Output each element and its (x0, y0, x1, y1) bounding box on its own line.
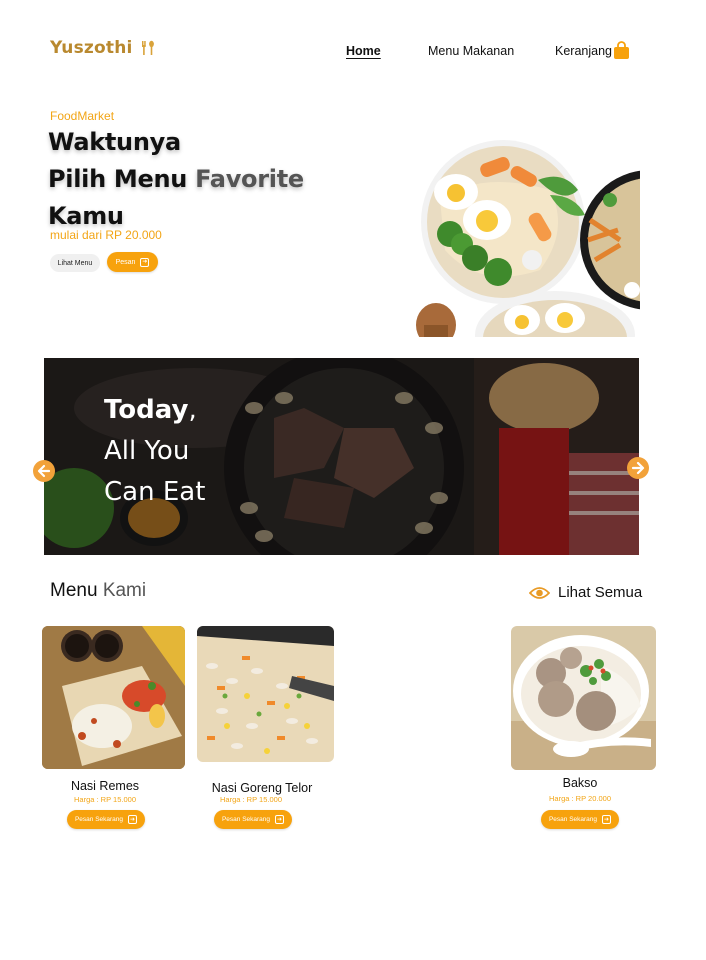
order-now-label: Pesan Sekarang (74, 816, 124, 823)
hero-subtitle: mulai dari RP 20.000 (50, 228, 162, 242)
shopping-bag-icon[interactable] (613, 41, 630, 60)
arrow-right-icon: ➜ (140, 257, 150, 267)
banner-headline: Today, All You Can Eat (104, 390, 205, 513)
eye-icon (529, 586, 550, 599)
hero-title-line2b: Favorite (195, 165, 304, 193)
order-now-button[interactable]: Pesan Sekarang ➜ (67, 810, 145, 829)
food-image-nasi-remes[interactable] (42, 626, 185, 769)
food-price: Harga : RP 15.000 (74, 795, 136, 804)
order-button-label: Pesan (115, 258, 136, 266)
hero-title-line2: Pilih Menu Favorite (48, 161, 304, 198)
menu-title-a: Menu (50, 580, 103, 601)
menu-title-b: Kami (102, 580, 147, 601)
hero-title-line1: Waktunya (48, 128, 181, 156)
food-name: Bakso (562, 776, 598, 790)
food-price: Harga : RP 15.000 (220, 795, 282, 804)
nav-menu-makanan[interactable]: Menu Makanan (428, 44, 514, 58)
food-image-bakso[interactable] (511, 626, 656, 770)
hero-title: Waktunya Pilih Menu Favorite Kamu (48, 124, 304, 235)
nav-keranjang[interactable]: Keranjang (555, 44, 612, 58)
banner-prev-button[interactable] (33, 460, 55, 482)
hero-food-image (416, 140, 640, 337)
arrow-right-icon: ➜ (275, 815, 285, 824)
banner-line1-bold: Today (104, 395, 189, 425)
banner-next-button[interactable] (627, 457, 649, 479)
arrow-right-icon: ➜ (128, 815, 138, 824)
banner-line3: Can Eat (104, 477, 206, 507)
hero-tag: FoodMarket (50, 109, 115, 123)
order-now-button[interactable]: Pesan Sekarang ➜ (214, 810, 292, 829)
food-name: Nasi Remes (70, 779, 140, 793)
arrow-right-icon (631, 461, 645, 475)
banner-line1: Today, (104, 390, 205, 431)
see-all-link[interactable]: Lihat Semua (529, 584, 642, 601)
see-all-label: Lihat Semua (558, 584, 643, 601)
nav-home[interactable]: Home (346, 44, 381, 58)
food-price: Harga : RP 20.000 (549, 794, 611, 803)
order-button[interactable]: Pesan ➜ (107, 252, 158, 272)
order-now-label: Pesan Sekarang (548, 816, 598, 823)
order-now-label: Pesan Sekarang (221, 816, 271, 823)
banner-line1-rest: , (188, 395, 197, 425)
view-menu-button[interactable]: Lihat Menu (50, 254, 100, 272)
order-now-button[interactable]: Pesan Sekarang ➜ (541, 810, 619, 829)
food-image-nasi-goreng-telor[interactable] (197, 626, 334, 762)
banner-line2: All You (104, 436, 190, 466)
arrow-right-icon: ➜ (602, 815, 612, 824)
hero-title-line2a: Pilih Menu (48, 165, 196, 193)
main-nav: Home Menu Makanan Keranjang (0, 44, 706, 64)
menu-section-title: Menu Kami (50, 580, 146, 602)
food-name: Nasi Goreng Telor (211, 781, 313, 795)
arrow-left-icon (37, 464, 51, 478)
